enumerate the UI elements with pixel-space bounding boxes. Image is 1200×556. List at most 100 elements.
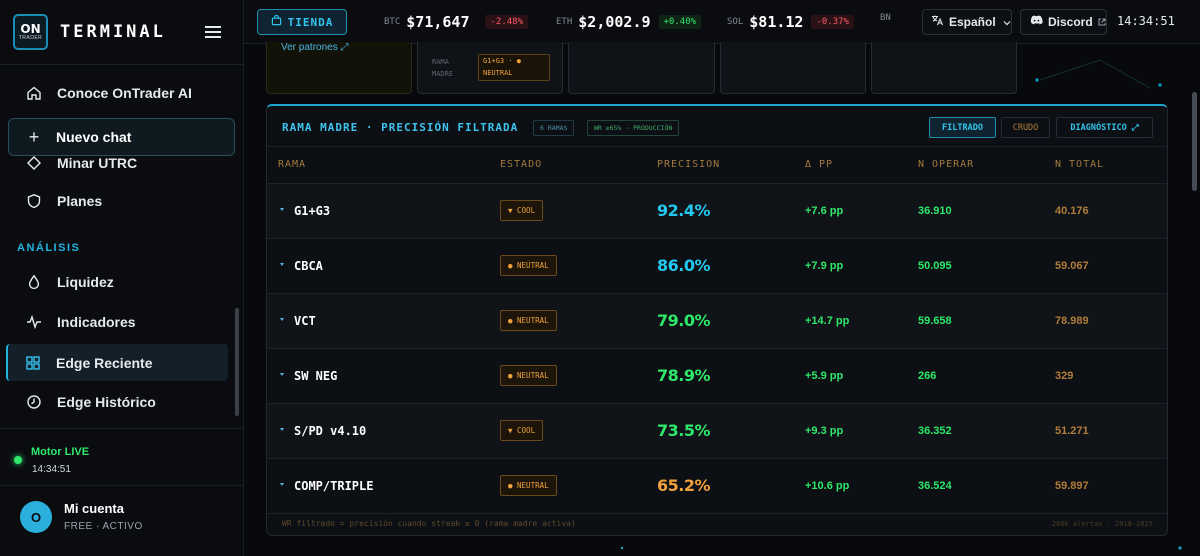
rama-name: COMP/TRIPLE [294, 479, 374, 493]
column-header-n-operar[interactable]: N OPERAR [918, 159, 974, 170]
ticker-symbol: BN [880, 13, 891, 23]
tienda-button[interactable]: TIENDA [257, 9, 347, 35]
sidebar-scrollbar[interactable] [235, 308, 239, 416]
top-bar: TIENDA BTC $71,647 -2.48% ETH $2,002.9 +… [244, 0, 1200, 44]
sidebar-item-label: Edge Histórico [57, 394, 156, 410]
sidebar-item-planes[interactable]: Planes [14, 183, 228, 219]
topbar-clock: 14:34:51 [1117, 14, 1175, 28]
app-root: ON TRADER TERMINAL Conoce OnTrader AI Mi… [0, 0, 1200, 556]
table-row[interactable]: CBCA ● NEUTRAL 86.0% +7.9 pp 50.095 59.0… [267, 238, 1167, 293]
estado-badge: ▼ COOL [500, 420, 544, 441]
table-row[interactable]: G1+G3 ▼ COOL 92.4% +7.6 pp 36.910 40.176 [267, 183, 1167, 238]
sidebar-item-indicadores[interactable]: Indicadores [14, 304, 228, 340]
rama-madre-card: RAMA MADRE G1+G3 · ● NEUTRAL [417, 42, 563, 94]
main-scrollbar[interactable] [1192, 92, 1197, 191]
sidebar-divider [0, 428, 243, 429]
language-select[interactable]: Español [922, 9, 1012, 35]
table-row[interactable]: S/PD v4.10 ▼ COOL 73.5% +9.3 pp 36.352 5… [267, 403, 1167, 458]
table-row[interactable]: COMP/TRIPLE ● NEUTRAL 65.2% +10.6 pp 36.… [267, 458, 1167, 513]
expand-caret-icon[interactable] [280, 373, 284, 376]
n-operar-value: 266 [918, 370, 937, 382]
expand-caret-icon[interactable] [280, 263, 284, 266]
n-operar-value: 59.658 [918, 315, 952, 327]
delta-pp-value: +7.6 pp [805, 205, 844, 217]
expand-caret-icon[interactable] [280, 318, 284, 321]
translate-icon [931, 13, 944, 31]
ver-patrones-link[interactable]: Ver patrones ⤢ [281, 42, 348, 53]
n-total-value: 78.989 [1055, 315, 1089, 327]
clock-icon [25, 393, 43, 411]
ticker-price: $81.12 [749, 13, 804, 31]
sidebar-item-conoce-ontrader[interactable]: Conoce OnTrader AI [14, 75, 228, 111]
sidebar-item-label: Liquidez [57, 274, 114, 290]
expand-caret-icon[interactable] [280, 208, 284, 211]
n-total-value: 40.176 [1055, 205, 1089, 217]
grid-icon [24, 354, 42, 372]
mini-label-madre: MADRE [432, 70, 454, 78]
discord-button[interactable]: Discord [1020, 9, 1107, 35]
summary-card [871, 42, 1017, 94]
precision-value: 86.0% [657, 256, 711, 275]
rama-name: G1+G3 [294, 204, 331, 218]
rama-name: CBCA [294, 259, 323, 273]
delta-pp-value: +9.3 pp [805, 425, 844, 437]
sidebar-divider [0, 485, 243, 486]
discord-icon [1030, 13, 1043, 31]
ticker-price: $2,002.9 [578, 13, 651, 31]
column-header-estado[interactable]: ESTADO [500, 159, 542, 170]
expand-caret-icon[interactable] [280, 483, 284, 486]
ticker-bn[interactable]: BN [880, 13, 897, 23]
n-operar-value: 50.095 [918, 260, 952, 272]
delta-pp-value: +10.6 pp [805, 480, 850, 492]
diamond-icon [25, 154, 43, 172]
ticker-sol[interactable]: SOL $81.12 -0.37% [727, 13, 854, 31]
motor-status: Motor LIVE [31, 446, 90, 458]
panel-title: RAMA MADRE · PRECISIÓN FILTRADA [282, 121, 519, 134]
ticker-symbol: SOL [727, 17, 744, 27]
n-total-value: 59.897 [1055, 480, 1089, 492]
delta-pp-value: +5.9 pp [805, 370, 844, 382]
delta-pp-value: +14.7 pp [805, 315, 850, 327]
n-total-value: 59.067 [1055, 260, 1089, 272]
mini-label-rama: RAMA [432, 58, 449, 66]
column-header-delta-pp[interactable]: Δ PP [805, 159, 833, 170]
new-chat-button[interactable]: + Nuevo chat [8, 118, 235, 156]
ticker-symbol: BTC [384, 17, 401, 27]
panel-divider [267, 146, 1167, 147]
n-operar-value: 36.910 [918, 205, 952, 217]
wr-production-badge: WR ≥65% · PRODUCCIÓN [587, 120, 680, 136]
chevron-down-icon [1003, 13, 1011, 31]
avatar[interactable]: O [20, 501, 52, 533]
sidebar-item-label: Planes [57, 193, 103, 209]
tab-diagnostico[interactable]: DIAGNÓSTICO ⤢ [1056, 117, 1153, 138]
logo[interactable]: ON TRADER [13, 14, 48, 50]
precision-value: 78.9% [657, 366, 711, 385]
pulse-icon [25, 313, 43, 331]
brand-title: TERMINAL [60, 22, 166, 42]
ticker-symbol: ETH [556, 17, 573, 27]
table-row[interactable]: VCT ● NEUTRAL 79.0% +14.7 pp 59.658 78.9… [267, 293, 1167, 348]
ticker-change: -2.48% [485, 15, 528, 29]
account-name[interactable]: Mi cuenta [64, 501, 124, 516]
sidebar-item-edge-historico[interactable]: Edge Histórico [14, 384, 228, 420]
table-row[interactable]: SW NEG ● NEUTRAL 78.9% +5.9 pp 266 329 [267, 348, 1167, 403]
estado-badge: ● NEUTRAL [500, 310, 557, 331]
sidebar-item-liquidez[interactable]: Liquidez [14, 264, 228, 300]
column-header-precision[interactable]: PRECISION [657, 159, 720, 170]
account-plan: FREE · ACTIVO [64, 521, 143, 532]
plus-icon: + [28, 127, 40, 147]
expand-caret-icon[interactable] [280, 428, 284, 431]
estado-badge: ● NEUTRAL [500, 475, 557, 496]
tab-crudo[interactable]: CRUDO [1001, 117, 1050, 138]
sidebar-item-edge-reciente[interactable]: Edge Reciente [6, 344, 228, 381]
mini-status-badge: G1+G3 · ● NEUTRAL [478, 54, 550, 81]
column-header-n-total[interactable]: N TOTAL [1055, 159, 1104, 170]
ticker-eth[interactable]: ETH $2,002.9 +0.40% [556, 13, 702, 31]
column-header-rama[interactable]: RAMA [278, 159, 306, 170]
footnote: WR filtrado = precisión cuando streak ≥ … [282, 519, 576, 528]
tab-filtrado[interactable]: FILTRADO [929, 117, 996, 138]
rama-name: SW NEG [294, 369, 338, 383]
ticker-btc[interactable]: BTC $71,647 -2.48% [384, 13, 528, 31]
menu-toggle-icon[interactable] [205, 26, 221, 38]
logo-text-top: ON [20, 21, 41, 36]
